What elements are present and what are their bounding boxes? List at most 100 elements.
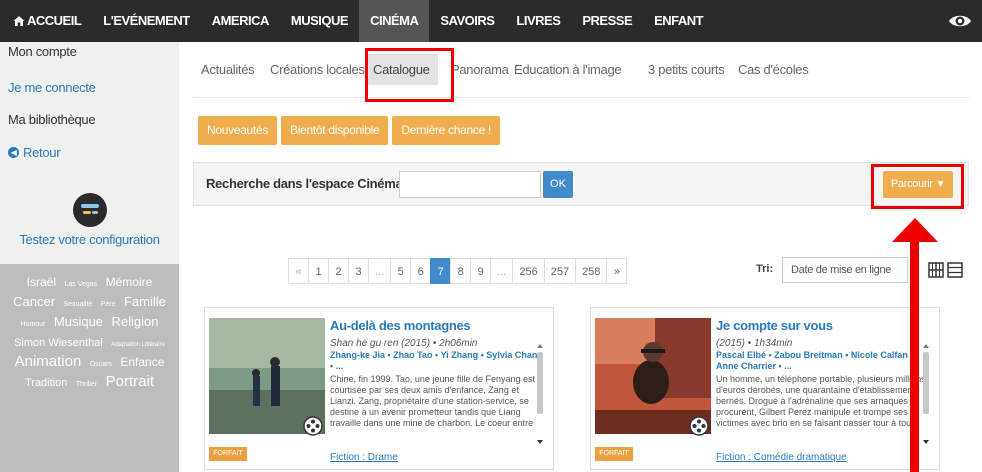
film-meta: Shan he gu ren (2015) • 2h06min: [330, 338, 478, 349]
sort-select[interactable]: Date de mise en ligne: [782, 257, 908, 283]
tag-link[interactable]: Enfance: [120, 355, 164, 369]
nav-item-evenement[interactable]: L'EVÉNEMENT: [92, 0, 200, 42]
tag-link[interactable]: Cancer: [13, 294, 55, 309]
page-button[interactable]: 2: [328, 258, 349, 284]
derniere-chance-button[interactable]: Dernière chance !: [392, 116, 501, 145]
film-description: Chine, fin 1999. Tao, une jeune fille de…: [330, 374, 535, 426]
nouveautes-button[interactable]: Nouveautés: [198, 116, 278, 145]
retour-link[interactable]: ◀ Retour: [8, 145, 61, 160]
annotation-highlight-catalogue: [365, 48, 454, 102]
tag-link[interactable]: Père: [101, 301, 116, 308]
description-scrollbar[interactable]: [535, 342, 545, 446]
sort-label: Tri:: [756, 263, 774, 275]
description-scrollbar[interactable]: [921, 342, 931, 446]
retour-label: Retour: [23, 145, 61, 160]
tag-link[interactable]: Las Vegas: [64, 281, 97, 288]
page-button[interactable]: 258: [575, 258, 608, 284]
annotation-arrow-head: [892, 218, 938, 242]
nav-item-livres[interactable]: LIVRES: [505, 0, 571, 42]
film-meta: (2015) • 1h34min: [716, 338, 793, 349]
nav-item-accueil[interactable]: ACCUEIL: [0, 0, 92, 42]
mon-compte-heading: Mon compte: [8, 44, 77, 59]
tag-link[interactable]: Religion: [111, 314, 158, 329]
film-card[interactable]: FORFAIT Je compte sur vous (2015) • 1h34…: [590, 307, 940, 470]
tag-link[interactable]: Musique: [54, 314, 103, 329]
film-reel-icon[interactable]: [303, 416, 323, 436]
nav-item-presse[interactable]: PRESSE: [571, 0, 643, 42]
page-prev-button[interactable]: «: [288, 258, 309, 284]
film-title[interactable]: Je compte sur vous: [716, 318, 833, 333]
config-link[interactable]: Testez votre configuration: [0, 232, 179, 247]
page: ACCUEIL L'EVÉNEMENT AMERICA MUSIQUE CINÉ…: [0, 0, 982, 472]
nav-label: ACCUEIL: [27, 13, 82, 28]
page-ellipsis: ...: [490, 258, 514, 284]
page-button[interactable]: 6: [410, 258, 432, 284]
nav-item-enfant[interactable]: ENFANT: [643, 0, 714, 42]
page-button[interactable]: 256: [512, 258, 545, 284]
pagination: « 1 2 3 ... 5 6 7 8 9 ... 256 257 258 »: [288, 258, 628, 284]
film-description: Un homme, un téléphone portable, plusieu…: [716, 374, 926, 426]
bibliotheque-link[interactable]: Ma bibliothèque: [8, 112, 96, 127]
tag-link[interactable]: Adaptation Littéraire: [111, 342, 165, 348]
tab-actualites[interactable]: Actualités: [201, 62, 255, 77]
cinema-submenu: Actualités Créations locales Catalogue P…: [193, 42, 969, 98]
view-toggle: [928, 262, 963, 278]
tag-link[interactable]: Simon Wiesenthal: [14, 337, 103, 349]
configuration-icon[interactable]: [72, 192, 108, 228]
tag-link[interactable]: Tradition: [25, 377, 67, 389]
film-cast[interactable]: Pascal Elbé • Zabou Breitman • Nicole Ca…: [716, 350, 931, 372]
filter-buttons: Nouveautés Bientôt disponible Dernière c…: [198, 116, 501, 145]
page-button[interactable]: 5: [390, 258, 412, 284]
nav-item-cinema[interactable]: CINÉMA: [359, 0, 430, 42]
film-genre-link[interactable]: Fiction : Drame: [330, 452, 398, 463]
page-button[interactable]: 9: [470, 258, 492, 284]
back-arrow-icon: ◀: [8, 147, 19, 158]
tag-link[interactable]: Sexualité: [63, 301, 92, 308]
tag-link[interactable]: Oscars: [90, 361, 112, 368]
page-button[interactable]: 8: [450, 258, 472, 284]
grid-view-icon[interactable]: [928, 262, 944, 278]
top-nav: ACCUEIL L'EVÉNEMENT AMERICA MUSIQUE CINÉ…: [0, 0, 982, 42]
connect-link[interactable]: Je me connecte: [8, 80, 96, 95]
search-label: Recherche dans l'espace Cinéma: [206, 176, 403, 191]
ok-button[interactable]: OK: [543, 171, 573, 198]
tag-link[interactable]: Israël: [27, 275, 56, 289]
nav-item-musique[interactable]: MUSIQUE: [280, 0, 359, 42]
page-next-button[interactable]: »: [606, 258, 628, 284]
search-bar: Recherche dans l'espace Cinéma OK Parcou…: [193, 162, 969, 206]
sidebar: Mon compte Je me connecte Ma bibliothèqu…: [0, 42, 179, 472]
page-button-current[interactable]: 7: [430, 258, 452, 284]
home-icon: [13, 16, 25, 26]
film-genre-link[interactable]: Fiction : Comédie dramatique: [716, 452, 847, 463]
list-view-icon[interactable]: [947, 262, 963, 278]
search-input[interactable]: [399, 171, 541, 198]
page-button[interactable]: 1: [308, 258, 329, 284]
page-ellipsis: ...: [368, 258, 392, 284]
tag-link[interactable]: Mémoire: [106, 275, 153, 289]
annotation-highlight-parcourir: [871, 164, 964, 209]
annotation-arrow-shaft: [910, 236, 919, 472]
tag-cloud: Israël Las Vegas Mémoire Cancer Sexualit…: [0, 264, 179, 472]
tab-creations-locales[interactable]: Créations locales: [270, 62, 365, 77]
page-button[interactable]: 3: [348, 258, 369, 284]
nav-item-savoirs[interactable]: SAVOIRS: [429, 0, 505, 42]
tag-link[interactable]: Humour: [21, 321, 46, 328]
forfait-badge: FORFAIT: [209, 447, 247, 461]
forfait-badge: FORFAIT: [595, 447, 633, 461]
nav-item-america[interactable]: AMERICA: [201, 0, 280, 42]
tag-link[interactable]: Thriller: [76, 381, 97, 388]
tag-link[interactable]: Famille: [124, 294, 166, 309]
bientot-disponible-button[interactable]: Bientôt disponible: [281, 116, 389, 145]
film-reel-icon[interactable]: [689, 416, 709, 436]
tab-cas-ecoles[interactable]: Cas d'écoles: [738, 62, 809, 77]
film-title[interactable]: Au-delà des montagnes: [330, 318, 471, 333]
page-button[interactable]: 257: [543, 258, 577, 284]
tag-link[interactable]: Animation: [15, 353, 82, 370]
film-card[interactable]: FORFAIT Au-delà des montagnes Shan he gu…: [204, 307, 554, 470]
tab-education-image[interactable]: Education à l'image: [514, 62, 622, 77]
tag-link[interactable]: Portrait: [106, 373, 154, 390]
eye-icon[interactable]: [948, 9, 972, 33]
film-cast[interactable]: Zhang-ke Jia • Zhao Tao • Yi Zhang • Syl…: [330, 350, 545, 372]
tab-3-petits-courts[interactable]: 3 petits courts: [648, 62, 725, 77]
tab-panorama[interactable]: Panorama: [451, 62, 509, 77]
